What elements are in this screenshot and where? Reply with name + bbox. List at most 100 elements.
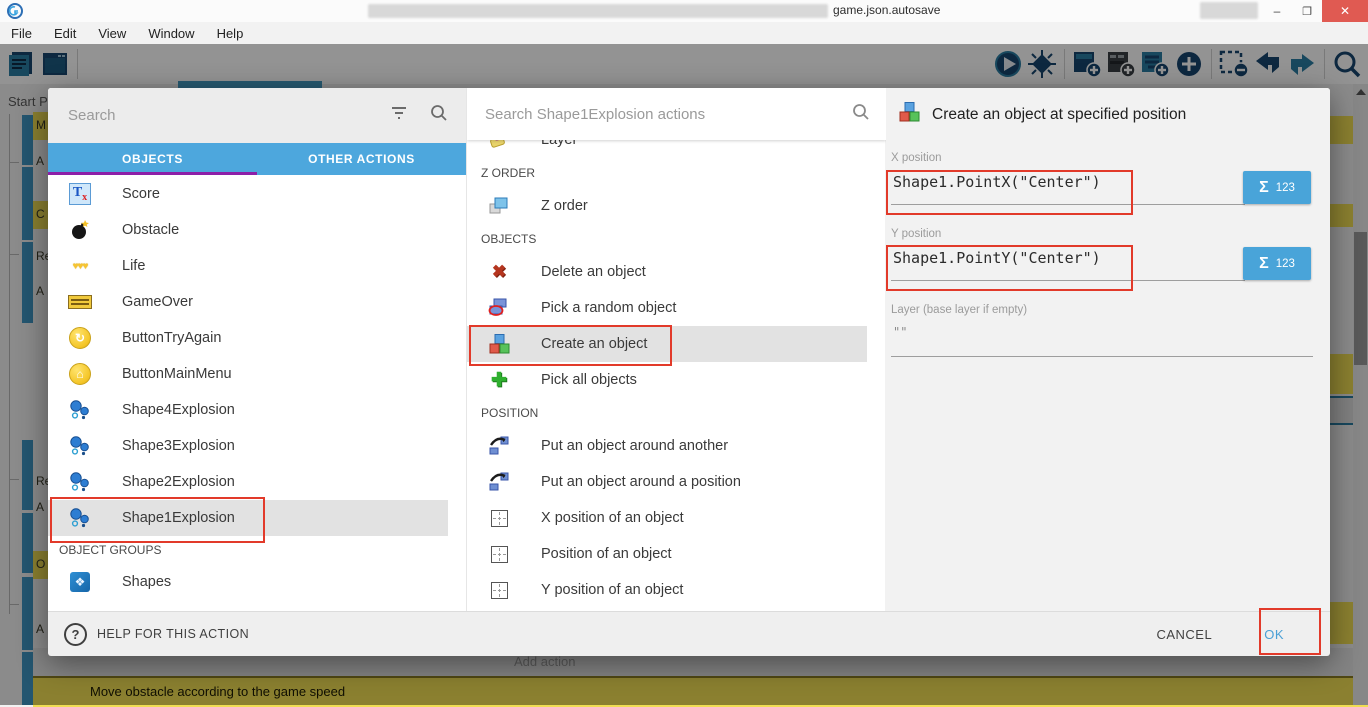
row-label: Obstacle (122, 222, 179, 238)
object-item-buttonmainmenu[interactable]: ⌂ ButtonMainMenu (48, 356, 448, 392)
redacted-title-segment (368, 4, 828, 18)
instruction-editor-dialog: OBJECTSOTHER ACTIONS TxScoreObstacle♥♥♥L… (48, 88, 1330, 655)
action-search-input[interactable] (483, 105, 852, 124)
action-item-position-of-an-object[interactable]: Position of an object (467, 536, 867, 572)
field-value-input[interactable] (891, 172, 1225, 192)
object-list: Tx Score Obstacle ♥♥♥ Life GameOver ↻ ButtonTry… (48, 176, 448, 611)
object-item-buttontryagain[interactable]: ↻ ButtonTryAgain (48, 320, 448, 356)
expression-button-label: 123 (1276, 258, 1295, 270)
object-item-obstacle[interactable]: Obstacle (48, 212, 448, 248)
field-label: X position (891, 152, 942, 164)
object-tabs: OBJECTSOTHER ACTIONS (48, 143, 466, 175)
retry-button-icon: ↻ (68, 326, 92, 350)
object-item-score[interactable]: Tx Score (48, 176, 448, 212)
object-selector-pane: OBJECTSOTHER ACTIONS Tx Score Obstacle ♥♥♥ L… (48, 88, 466, 611)
group-item-shapes[interactable]: ❖Shapes (48, 564, 448, 600)
action-item-y-position-of-an-object[interactable]: Y position of an object (467, 572, 867, 608)
row-label: Shape1Explosion (122, 510, 235, 526)
create-object-icon (898, 101, 920, 128)
action-search-bar (467, 88, 886, 140)
object-item-life[interactable]: ♥♥♥ Life (48, 248, 448, 284)
menu-window[interactable]: Window (137, 26, 205, 41)
selected-tab-underline (48, 172, 257, 175)
redacted-title-segment (1200, 2, 1258, 19)
row-label: Shapes (122, 574, 171, 590)
title-bar: game.json.autosave – ❐ ✕ (0, 0, 1368, 23)
particles-icon (68, 470, 92, 494)
create-object-icon (487, 332, 511, 356)
object-search-bar (48, 88, 466, 143)
object-item-shape1explosion[interactable]: Shape1Explosion (48, 500, 448, 536)
ok-button[interactable]: OK (1246, 619, 1302, 650)
sigma-icon: Σ (1259, 255, 1269, 273)
tab-other-actions[interactable]: OTHER ACTIONS (257, 143, 466, 175)
row-label: ButtonMainMenu (122, 366, 232, 382)
row-label: Score (122, 186, 160, 202)
row-label: Put an object around a position (541, 474, 741, 490)
action-list: LayerZ ORDERZ orderOBJECTS✖Delete an obj… (467, 122, 867, 608)
action-item-put-an-object-around-another[interactable]: Put an object around another (467, 428, 867, 464)
action-item-pick-a-random-object[interactable]: Pick a random object (467, 290, 867, 326)
pick-random-icon (487, 296, 511, 320)
row-label: ButtonTryAgain (122, 330, 221, 346)
object-search-input[interactable] (66, 106, 390, 125)
object-item-shape3explosion[interactable]: Shape3Explosion (48, 428, 448, 464)
field-label: Layer (base layer if empty) (891, 304, 1027, 316)
action-item-put-an-object-around-a-position[interactable]: Put an object around a position (467, 464, 867, 500)
field-value-input[interactable] (891, 248, 1225, 268)
object-item-shape4explosion[interactable]: Shape4Explosion (48, 392, 448, 428)
help-button[interactable]: ? HELP FOR THIS ACTION (64, 623, 249, 646)
action-selector-pane: LayerZ ORDERZ orderOBJECTS✖Delete an obj… (466, 88, 886, 611)
minimize-button[interactable]: – (1262, 0, 1292, 22)
close-button[interactable]: ✕ (1322, 0, 1368, 22)
action-item-z-order[interactable]: Z order (467, 188, 867, 224)
row-label: Y position of an object (541, 582, 683, 598)
action-group-header: OBJECTS (467, 224, 867, 254)
restore-button[interactable]: ❐ (1292, 0, 1322, 22)
sigma-icon: Σ (1259, 179, 1269, 197)
action-title: Create an object at specified position (932, 106, 1186, 124)
bomb-icon (68, 218, 92, 242)
row-label: Shape4Explosion (122, 402, 235, 418)
search-icon (430, 104, 448, 127)
row-label: Shape2Explosion (122, 474, 235, 490)
object-item-gameover[interactable]: GameOver (48, 284, 448, 320)
action-group-header: Z ORDER (467, 158, 867, 188)
action-item-delete-an-object[interactable]: ✖Delete an object (467, 254, 867, 290)
object-item-shape2explosion[interactable]: Shape2Explosion (48, 464, 448, 500)
menu-view[interactable]: View (87, 26, 137, 41)
gdevelop-logo-icon (6, 2, 24, 20)
around-icon (487, 434, 511, 458)
menu-edit[interactable]: Edit (43, 26, 87, 41)
help-icon: ? (64, 623, 87, 646)
field-underline (891, 204, 1245, 205)
text-object-icon: Tx (68, 182, 92, 206)
position-icon (487, 506, 511, 530)
particles-icon (68, 434, 92, 458)
field-underline (891, 356, 1313, 357)
pick-all-icon: ✚ (487, 368, 511, 392)
action-item-pick-all-objects[interactable]: ✚Pick all objects (467, 362, 867, 398)
cancel-button[interactable]: CANCEL (1140, 619, 1228, 650)
row-label: Pick a random object (541, 300, 676, 316)
row-label: Z order (541, 198, 588, 214)
home-button-icon: ⌂ (68, 362, 92, 386)
field-value-input[interactable] (891, 324, 1225, 340)
row-label: Life (122, 258, 145, 274)
expression-builder-button[interactable]: Σ123 (1243, 171, 1311, 204)
filter-icon[interactable] (390, 106, 408, 125)
hearts-icon: ♥♥♥ (68, 254, 92, 278)
tab-objects[interactable]: OBJECTS (48, 143, 257, 175)
row-label: X position of an object (541, 510, 684, 526)
action-group-header: POSITION (467, 398, 867, 428)
action-item-create-an-object[interactable]: Create an object (467, 326, 867, 362)
action-parameters-pane: Create an object at specified position X… (885, 88, 1330, 611)
row-label: Shape3Explosion (122, 438, 235, 454)
z-order-icon (487, 194, 511, 218)
delete-object-icon: ✖ (487, 260, 511, 284)
action-item-x-position-of-an-object[interactable]: X position of an object (467, 500, 867, 536)
menu-help[interactable]: Help (206, 26, 255, 41)
menu-file[interactable]: File (0, 26, 43, 41)
expression-builder-button[interactable]: Σ 123 (1243, 247, 1311, 280)
around-icon (487, 470, 511, 494)
